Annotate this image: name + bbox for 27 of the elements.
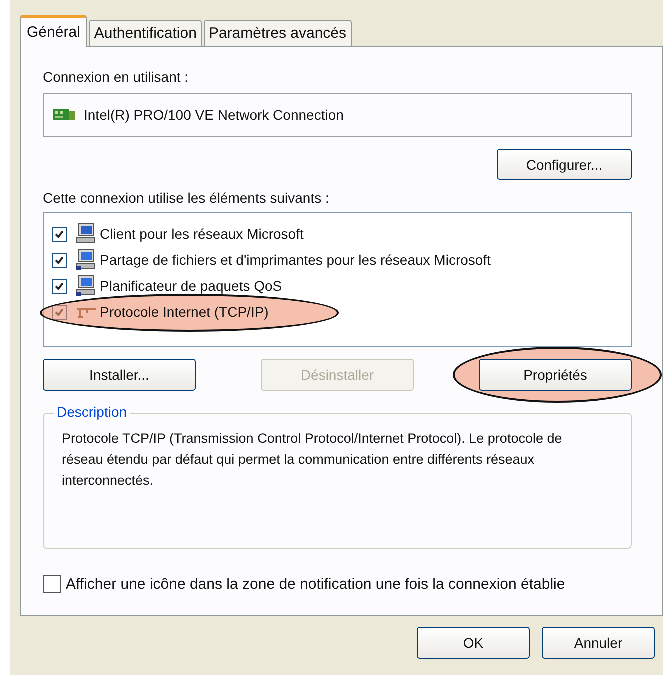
computer-icon <box>75 275 97 297</box>
checkbox[interactable] <box>52 304 67 320</box>
computer-icon <box>75 249 97 271</box>
tab[interactable]: Général <box>20 15 88 47</box>
checkbox-label[interactable]: Afficher une icône dans la zone de notification une fois la connexion établie <box>66 576 566 592</box>
section-label: Connexion en utilisant : <box>43 69 189 85</box>
action-button[interactable]: Installer... <box>43 359 196 391</box>
group-title: Description <box>54 404 130 420</box>
adapter-name: Intel(R) PRO/100 VE Network Connection <box>84 107 344 123</box>
checkbox[interactable] <box>43 575 61 593</box>
configure-button[interactable]: Configurer... <box>497 149 632 180</box>
component-name[interactable]: Planificateur de paquets QoS <box>100 278 282 294</box>
tab[interactable]: Paramètres avancés <box>204 20 352 46</box>
checkbox[interactable] <box>52 252 67 268</box>
computer-icon <box>75 223 97 245</box>
component-name[interactable]: Partage de fichiers et d'imprimantes pour les réseaux Microsoft <box>100 252 491 268</box>
dialog-button[interactable]: OK <box>417 627 530 659</box>
tab[interactable]: Authentification <box>89 20 202 46</box>
checkbox[interactable] <box>52 226 67 242</box>
network-card-icon <box>52 107 76 123</box>
dialog-button[interactable]: Annuler <box>542 627 655 659</box>
description-text: Protocole TCP/IP (Transmission Control Protocol/Internet Protocol). Le protocole de réseau étendu par défaut qui permet la communication entre différents réseaux interconnectés. <box>62 430 564 490</box>
component-name[interactable]: Protocole Internet (TCP/IP) <box>100 304 269 320</box>
section-label: Cette connexion utilise les éléments suivants : <box>43 190 330 206</box>
component-name[interactable]: Client pour les réseaux Microsoft <box>100 226 304 242</box>
action-button[interactable]: Propriétés <box>479 359 632 391</box>
checkbox[interactable] <box>52 278 67 294</box>
